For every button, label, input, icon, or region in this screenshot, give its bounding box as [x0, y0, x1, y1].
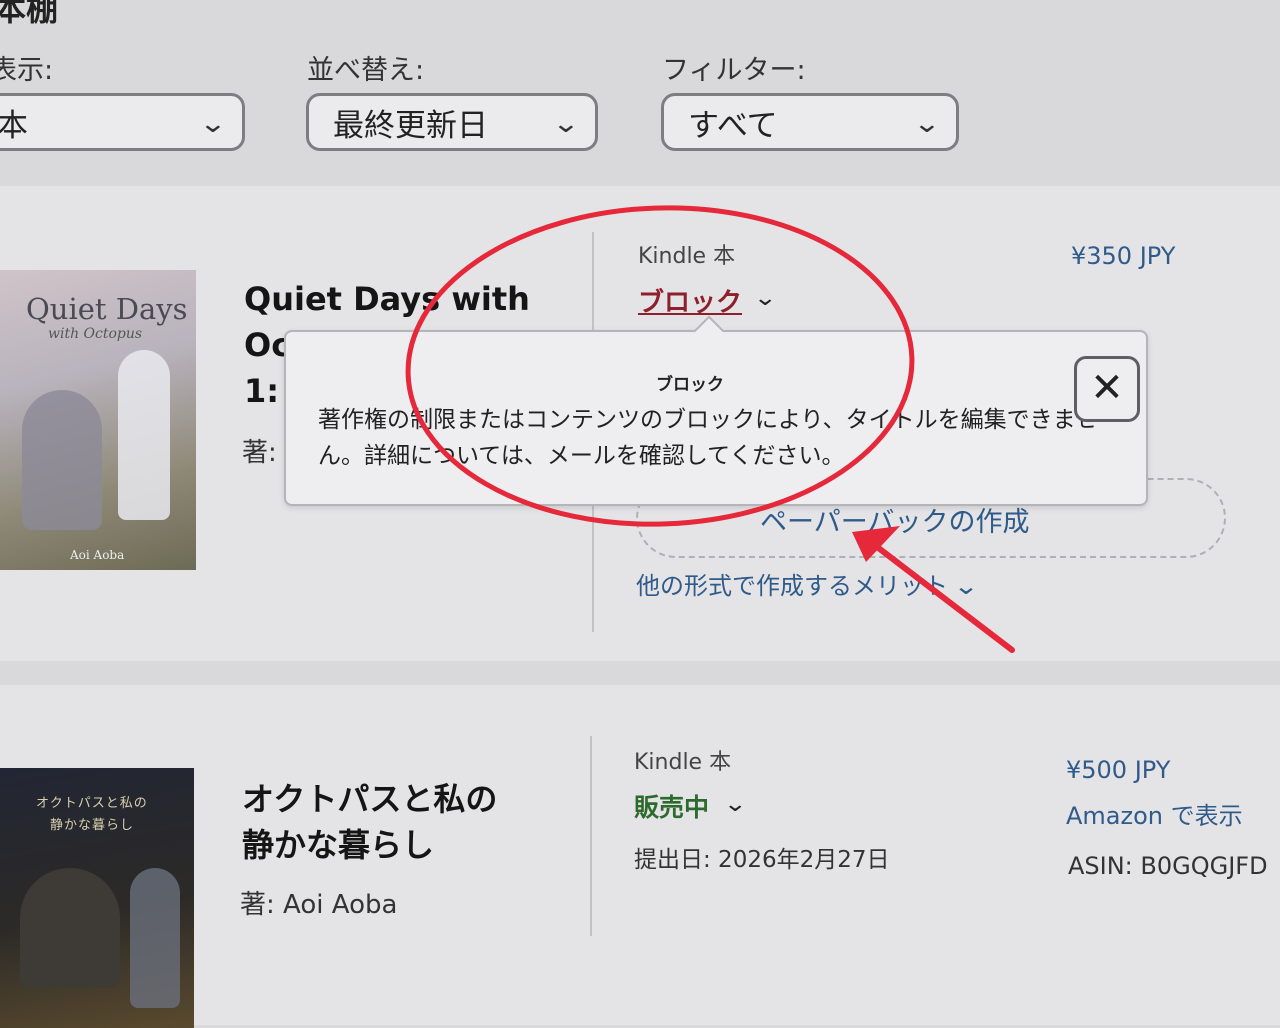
cover-title: オクトパスと私の	[36, 796, 148, 811]
display-select[interactable]: 本 ⌄	[0, 93, 245, 151]
popover-title: ブロック	[656, 375, 724, 395]
filter-value: すべて	[688, 107, 778, 144]
filter-select[interactable]: すべて ⌄	[661, 93, 959, 151]
chevron-down-icon: ⌄	[551, 109, 581, 139]
book-cover[interactable]: Quiet Days with Octopus Aoi Aoba	[0, 270, 196, 570]
cover-title: Quiet Days	[26, 292, 188, 326]
other-formats-link[interactable]: 他の形式で作成するメリット ⌄	[636, 566, 979, 601]
format-label: Kindle 本	[638, 244, 736, 269]
book-author: 著:	[242, 438, 277, 468]
display-value: 本	[0, 107, 28, 144]
close-icon[interactable]: ✕	[1074, 356, 1140, 422]
chevron-down-icon: ⌄	[198, 109, 228, 139]
chevron-down-icon: ⌄	[912, 109, 942, 139]
book-title[interactable]: オクトパスと私の 静かな暮らし	[242, 776, 497, 868]
cover-author: Aoi Aoba	[70, 548, 125, 562]
book-price: ¥350 JPY	[1071, 242, 1176, 270]
chevron-down-icon: ⌄	[952, 572, 979, 600]
book-price: ¥500 JPY	[1066, 756, 1171, 784]
cover-subtitle: with Octopus	[48, 326, 143, 342]
view-on-amazon-link[interactable]: Amazon で表示	[1066, 796, 1243, 831]
cover-figure	[20, 868, 120, 988]
chevron-down-icon[interactable]: ⌄	[753, 286, 777, 311]
cover-robot	[118, 350, 170, 520]
format-label: Kindle 本	[634, 750, 732, 775]
sort-select[interactable]: 最終更新日 ⌄	[306, 93, 598, 151]
book-author: 著: Aoi Aoba	[240, 890, 398, 920]
status-live-link[interactable]: 販売中	[634, 788, 709, 824]
blocked-popover: ブロック 著作権の制限またはコンテンツのブロックにより、タイトルを編集できません…	[284, 330, 1148, 506]
chevron-down-icon[interactable]: ⌄	[723, 792, 747, 817]
status-blocked-link[interactable]: ブロック	[638, 282, 742, 319]
column-divider	[590, 736, 592, 936]
book-cover[interactable]: オクトパスと私の 静かな暮らし	[0, 768, 194, 1028]
cover-robot	[130, 868, 180, 1008]
submitted-date: 提出日: 2026年2月27日	[634, 847, 890, 873]
page-title: 本棚	[0, 0, 59, 28]
popover-message: 著作権の制限またはコンテンツのブロックにより、タイトルを編集できません。詳細につ…	[318, 407, 1098, 469]
filter-label: フィルター:	[662, 55, 806, 86]
sort-label: 並べ替え:	[307, 55, 425, 86]
cover-subtitle: 静かな暮らし	[50, 818, 135, 833]
sort-value: 最終更新日	[333, 107, 488, 144]
display-label: 表示:	[0, 55, 54, 86]
cover-figure	[22, 390, 102, 530]
asin-text: ASIN: B0GQGJFD	[1068, 852, 1268, 880]
